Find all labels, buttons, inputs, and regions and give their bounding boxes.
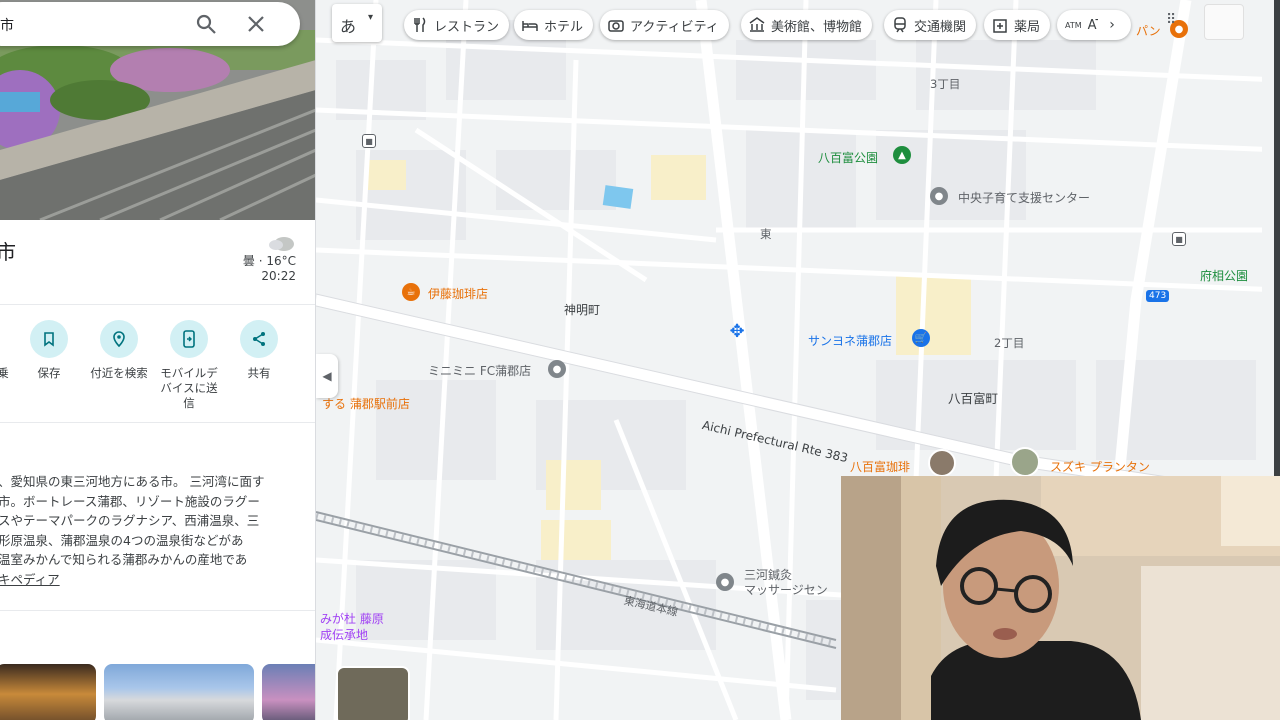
wikipedia-link[interactable]: キペディア <box>0 569 60 588</box>
cloudy-icon <box>269 237 294 251</box>
store-pin-icon[interactable]: ● <box>548 360 566 378</box>
description-line: 市。ボートレース蒲郡、リゾート施設のラグー <box>0 493 260 509</box>
map-label-shinmei: 神明町 <box>564 303 601 317</box>
chip-label: 美術館、博物館 <box>771 19 863 35</box>
poi-label-suzuki-plantan[interactable]: スズキ プランタン <box>1050 458 1150 475</box>
camera-icon <box>608 20 624 32</box>
action-label: 保存 <box>37 366 61 380</box>
atm-icon: ATM <box>1065 20 1082 30</box>
chip-museums[interactable]: 美術館、博物館 <box>741 10 873 40</box>
bus-stop-icon-2[interactable]: ■ <box>1172 232 1186 246</box>
park-pin-icon[interactable]: ▲ <box>893 146 911 164</box>
weather-time: 20:22 <box>261 269 296 283</box>
account-avatar[interactable] <box>1204 4 1244 40</box>
chevron-down-icon: ▾ <box>368 12 374 23</box>
bookmark-icon <box>44 332 54 347</box>
map-label-2chome: 2丁目 <box>994 336 1025 350</box>
pharmacy-icon <box>993 19 1007 33</box>
cafe-pin-icon[interactable]: ☕ <box>402 283 420 301</box>
route-473-badge: 473 <box>1146 290 1170 302</box>
fork-knife-icon <box>414 17 426 32</box>
chip-activities[interactable]: アクティビティ <box>600 10 729 40</box>
share-icon <box>253 332 265 346</box>
chevron-left-icon: ◀ <box>322 369 332 383</box>
search-icon[interactable] <box>194 12 218 36</box>
chip-pharmacy[interactable]: 薬局 <box>984 10 1051 40</box>
poi-label-ito-coffee[interactable]: 伊藤珈琲店 <box>428 285 488 302</box>
place-panel: 市 市 曇 · 16°C 20:22 乗 保存 付近を検索 モバイルデバイスに送… <box>0 0 316 720</box>
description-line: 、愛知県の東三河地方にある市。 三河湾に面す <box>0 474 265 489</box>
nearby-search-button[interactable]: 付近を検索 <box>84 320 154 381</box>
search-box[interactable]: 市 <box>0 2 300 46</box>
description-line: 形原温泉、蒲郡温泉の4つの温泉街などがあ <box>0 532 244 548</box>
poi-label-sanyone[interactable]: サンヨネ蒲郡店 <box>808 332 892 349</box>
move-cursor-icon: ✥ <box>729 321 745 342</box>
photo-thumbnail-2[interactable] <box>104 664 254 720</box>
shopping-cart-icon[interactable]: 🛒 <box>912 329 930 347</box>
clinic-pin-icon[interactable]: ● <box>716 573 734 591</box>
poi-label-fujiwara-1[interactable]: みが杜 藤原 <box>320 610 384 627</box>
weather-widget: 曇 · 16°C 20:22 <box>232 232 296 283</box>
poi-label-top-bakery[interactable]: パン <box>1136 22 1161 39</box>
action-label: モバイルデバイスに送信 <box>160 366 218 410</box>
poi-label-childcare[interactable]: 中央子育て支援センター <box>958 189 1090 206</box>
photo-thumbnail-3[interactable] <box>262 664 315 720</box>
map-label-yaotomicho: 八百富町 <box>948 391 999 406</box>
poi-label-gamagori-ekimae[interactable]: する 蒲郡駅前店 <box>322 395 410 412</box>
photo-thumbnail[interactable] <box>0 664 96 720</box>
user-photo-avatar-2[interactable] <box>1010 447 1040 477</box>
webcam-video-image <box>841 476 1280 720</box>
map-label-3chome: 3丁目 <box>930 77 961 91</box>
send-to-phone-icon <box>183 330 195 348</box>
collapse-panel-button[interactable]: ◀ <box>316 354 338 398</box>
action-label: 共有 <box>247 366 271 380</box>
chip-transit[interactable]: 交通機関 <box>884 10 977 40</box>
user-photo-avatar[interactable] <box>928 449 956 477</box>
bed-icon <box>522 21 538 31</box>
description-line: スやテーマパークのラグナシア、西浦温泉、三 <box>0 513 260 528</box>
train-icon <box>894 17 906 33</box>
close-icon[interactable] <box>244 12 268 36</box>
description-line: 温室みかんで知られる蒲郡みかんの産地であ <box>0 552 248 567</box>
chip-restaurant[interactable]: レストラン <box>404 10 510 40</box>
webcam-overlay <box>841 476 1280 720</box>
chip-hotel[interactable]: ホテル <box>514 10 594 40</box>
map-label-higashi: 東 <box>760 227 772 241</box>
send-to-phone-button[interactable]: モバイルデバイスに送信 <box>154 320 224 411</box>
chip-label: アクティビティ <box>630 19 719 35</box>
chip-label: ホテル <box>544 19 584 35</box>
place-description: 、愛知県の東三河地方にある市。 三河湾に面す 市。ボートレース蒲郡、リゾート施設… <box>0 472 298 570</box>
poi-label-mikawa-acupuncture[interactable]: 三河鍼灸 マッサージセン <box>744 568 828 598</box>
chip-label: 薬局 <box>1014 19 1041 35</box>
search-input[interactable]: 市 <box>0 15 14 35</box>
weather-text: 曇 · 16°C <box>242 254 296 268</box>
nearby-search-icon <box>113 331 125 348</box>
poi-label-yaotomi-park[interactable]: 八百富公園 <box>818 149 878 166</box>
divider <box>0 304 315 305</box>
place-title: 市 <box>0 236 16 265</box>
poi-label-ministop[interactable]: ミニミニ FC蒲郡店 <box>428 362 531 379</box>
street-view-thumbnail[interactable] <box>336 666 410 720</box>
save-button[interactable]: 保存 <box>14 320 84 381</box>
poi-label-fujiwara-2[interactable]: 成伝承地 <box>320 626 368 643</box>
divider <box>0 422 315 423</box>
place-pin-icon[interactable]: ● <box>930 187 948 205</box>
poi-label-yaotomi-coffee[interactable]: 八百富珈琲 <box>850 458 910 475</box>
apps-grid-icon[interactable]: ⠿ <box>1166 12 1188 34</box>
action-label: 付近を検索 <box>90 366 148 380</box>
chip-label: 交通機関 <box>914 19 967 35</box>
share-button[interactable]: 共有 <box>224 320 294 381</box>
bus-stop-icon[interactable]: ■ <box>362 134 376 148</box>
divider <box>0 610 315 611</box>
museum-icon <box>749 17 765 32</box>
input-language-button[interactable]: あ ▾ <box>332 4 382 42</box>
poi-label-fuso-park[interactable]: 府相公園 <box>1200 267 1248 284</box>
lang-label: あ <box>340 17 357 36</box>
chip-label: レストラン <box>434 19 500 35</box>
